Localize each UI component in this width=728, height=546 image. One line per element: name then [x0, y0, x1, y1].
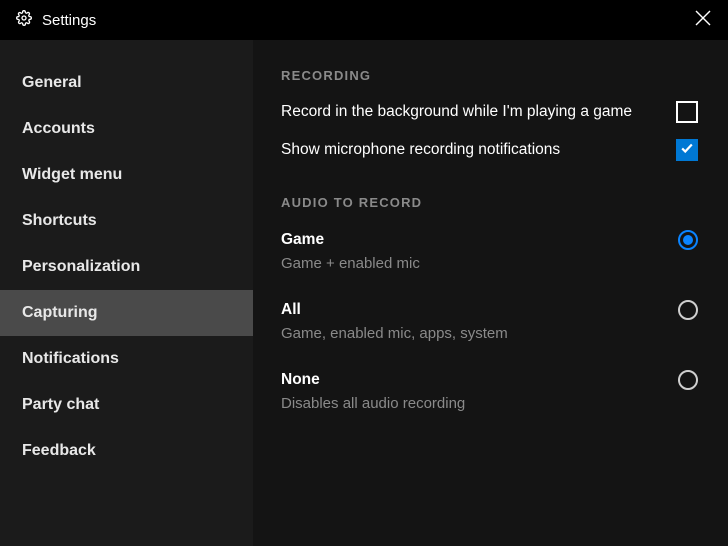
sidebar-item-personalization[interactable]: Personalization: [0, 244, 253, 290]
sidebar-item-general[interactable]: General: [0, 60, 253, 106]
sidebar-item-shortcuts[interactable]: Shortcuts: [0, 198, 253, 244]
option-title: Game: [281, 228, 420, 251]
sidebar-item-label: Feedback: [22, 442, 96, 460]
checkbox-record-background[interactable]: [676, 101, 698, 123]
sidebar: General Accounts Widget menu Shortcuts P…: [0, 40, 253, 546]
sidebar-item-label: General: [22, 74, 82, 92]
option-text: None Disables all audio recording: [281, 368, 465, 416]
option-text: Game Game + enabled mic: [281, 228, 420, 276]
gear-icon: [16, 10, 32, 31]
close-icon: [695, 10, 711, 31]
audio-option-game[interactable]: Game Game + enabled mic: [281, 228, 698, 276]
audio-option-none[interactable]: None Disables all audio recording: [281, 368, 698, 416]
radio-dot-icon: [683, 235, 693, 245]
sidebar-item-label: Shortcuts: [22, 212, 97, 230]
titlebar-left: Settings: [16, 10, 96, 31]
sidebar-item-widget-menu[interactable]: Widget menu: [0, 152, 253, 198]
sidebar-item-party-chat[interactable]: Party chat: [0, 382, 253, 428]
sidebar-item-label: Notifications: [22, 350, 119, 368]
section-header-audio: AUDIO TO RECORD: [281, 195, 698, 210]
checkbox-mic-notifications[interactable]: [676, 139, 698, 161]
option-desc: Disables all audio recording: [281, 393, 465, 416]
close-button[interactable]: [688, 5, 718, 35]
sidebar-item-feedback[interactable]: Feedback: [0, 428, 253, 474]
setting-label: Show microphone recording notifications: [281, 141, 560, 159]
audio-option-all[interactable]: All Game, enabled mic, apps, system: [281, 298, 698, 346]
setting-record-background: Record in the background while I'm playi…: [281, 101, 698, 123]
sidebar-item-label: Personalization: [22, 258, 140, 276]
radio-all[interactable]: [678, 300, 698, 320]
sidebar-item-accounts[interactable]: Accounts: [0, 106, 253, 152]
main-panel: RECORDING Record in the background while…: [253, 40, 728, 546]
sidebar-item-notifications[interactable]: Notifications: [0, 336, 253, 382]
section-header-recording: RECORDING: [281, 68, 698, 83]
radio-none[interactable]: [678, 370, 698, 390]
option-text: All Game, enabled mic, apps, system: [281, 298, 508, 346]
sidebar-item-label: Capturing: [22, 304, 98, 322]
titlebar: Settings: [0, 0, 728, 40]
radio-game[interactable]: [678, 230, 698, 250]
option-title: None: [281, 368, 465, 391]
titlebar-title: Settings: [42, 12, 96, 29]
setting-mic-notifications: Show microphone recording notifications: [281, 139, 698, 161]
option-title: All: [281, 298, 508, 321]
sidebar-item-capturing[interactable]: Capturing: [0, 290, 253, 336]
option-desc: Game + enabled mic: [281, 253, 420, 276]
sidebar-item-label: Accounts: [22, 120, 95, 138]
check-icon: [680, 141, 694, 160]
content-area: General Accounts Widget menu Shortcuts P…: [0, 40, 728, 546]
option-desc: Game, enabled mic, apps, system: [281, 323, 508, 346]
sidebar-item-label: Party chat: [22, 396, 99, 414]
sidebar-item-label: Widget menu: [22, 166, 122, 184]
setting-label: Record in the background while I'm playi…: [281, 103, 632, 121]
